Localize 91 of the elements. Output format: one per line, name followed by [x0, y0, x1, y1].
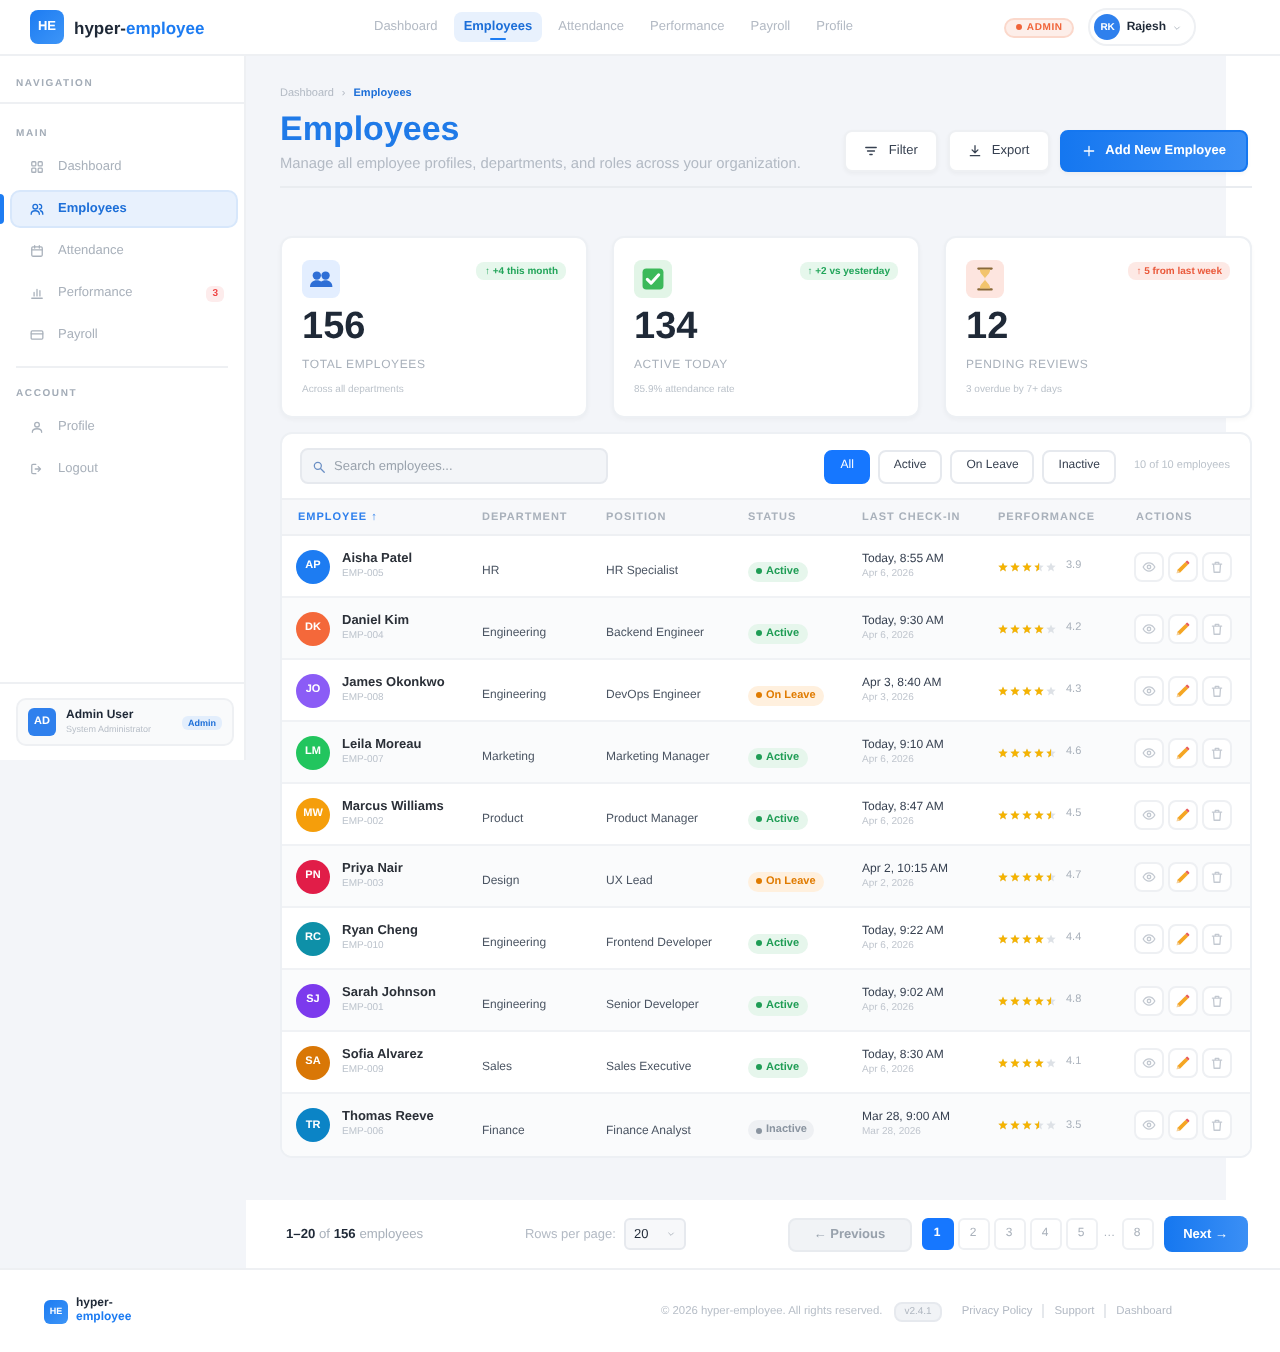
pencil-icon — [1176, 993, 1190, 1007]
eye-icon — [1142, 745, 1156, 759]
edit-button[interactable] — [1168, 923, 1198, 953]
eye-icon — [1142, 1118, 1156, 1132]
pencil-icon — [1176, 621, 1190, 635]
pencil-icon — [1176, 1055, 1190, 1069]
trash-icon — [1210, 559, 1224, 573]
view-button[interactable] — [1134, 799, 1164, 829]
logout-icon — [30, 462, 44, 476]
eye-icon — [1142, 621, 1156, 635]
pencil-icon — [1176, 559, 1190, 573]
view-button[interactable] — [1134, 613, 1164, 643]
hourglass-icon — [966, 260, 1004, 298]
filter-icon — [864, 144, 879, 158]
edit-button[interactable] — [1168, 551, 1198, 581]
trash-icon — [1210, 745, 1224, 759]
status-dot-icon — [756, 816, 762, 822]
status-dot-icon — [756, 568, 762, 574]
edit-button[interactable] — [1168, 985, 1198, 1015]
check-icon — [634, 260, 672, 298]
eye-icon — [1142, 931, 1156, 945]
view-button[interactable] — [1134, 737, 1164, 767]
delete-button[interactable] — [1202, 1110, 1232, 1140]
view-button[interactable] — [1134, 923, 1164, 953]
pencil-icon — [1176, 869, 1190, 883]
edit-button[interactable] — [1168, 613, 1198, 643]
edit-button[interactable] — [1168, 737, 1198, 767]
trash-icon — [1210, 683, 1224, 697]
stat-value: 12 — [966, 306, 1009, 348]
trash-icon — [1210, 993, 1224, 1007]
search-icon — [312, 459, 326, 473]
status-dot-icon — [756, 1127, 762, 1133]
pencil-icon — [1176, 745, 1190, 759]
plus-icon — [1081, 144, 1096, 158]
status-dot-icon — [756, 692, 762, 698]
credit-card-icon — [30, 328, 44, 342]
pencil-icon — [1176, 1118, 1190, 1132]
edit-button[interactable] — [1168, 799, 1198, 829]
status-dot-icon — [756, 1064, 762, 1070]
eye-icon — [1142, 1055, 1156, 1069]
delete-button[interactable] — [1202, 613, 1232, 643]
download-icon — [967, 144, 982, 158]
trash-icon — [1210, 931, 1224, 945]
trash-icon — [1210, 621, 1224, 635]
edit-button[interactable] — [1168, 1047, 1198, 1077]
delete-button[interactable] — [1202, 551, 1232, 581]
user-icon — [30, 420, 44, 434]
edit-button[interactable] — [1168, 861, 1198, 891]
stat-value: 134 — [634, 306, 698, 348]
dashboard-grid-icon — [30, 160, 44, 174]
edit-button[interactable] — [1168, 1110, 1198, 1140]
pencil-icon — [1176, 931, 1190, 945]
pencil-icon — [1176, 807, 1190, 821]
stat-value: 156 — [302, 306, 366, 348]
delete-button[interactable] — [1202, 799, 1232, 829]
edit-button[interactable] — [1168, 675, 1198, 705]
delete-button[interactable] — [1202, 923, 1232, 953]
eye-icon — [1142, 807, 1156, 821]
delete-button[interactable] — [1202, 737, 1232, 767]
status-dot-icon — [756, 1002, 762, 1008]
eye-icon — [1142, 869, 1156, 883]
active-indicator — [0, 194, 4, 224]
pencil-icon — [1176, 683, 1190, 697]
people-icon — [302, 260, 340, 298]
trash-icon — [1210, 807, 1224, 821]
dot-icon — [1016, 24, 1023, 30]
delete-button[interactable] — [1202, 985, 1232, 1015]
status-dot-icon — [756, 940, 762, 946]
status-dot-icon — [756, 630, 762, 636]
brand-name: hyper-employee — [74, 17, 205, 37]
view-button[interactable] — [1134, 1110, 1164, 1140]
delete-button[interactable] — [1202, 861, 1232, 891]
eye-icon — [1142, 559, 1156, 573]
delete-button[interactable] — [1202, 675, 1232, 705]
bar-chart-icon — [30, 286, 44, 300]
trash-icon — [1210, 1055, 1224, 1069]
view-button[interactable] — [1134, 1047, 1164, 1077]
view-button[interactable] — [1134, 861, 1164, 891]
view-button[interactable] — [1134, 985, 1164, 1015]
page-title: Employees — [280, 110, 462, 150]
view-button[interactable] — [1134, 675, 1164, 705]
users-icon — [30, 202, 44, 216]
trash-icon — [1210, 1118, 1224, 1132]
status-dot-icon — [756, 878, 762, 884]
delete-button[interactable] — [1202, 1047, 1232, 1077]
calendar-icon — [30, 244, 44, 258]
status-dot-icon — [756, 754, 762, 760]
eye-icon — [1142, 993, 1156, 1007]
eye-icon — [1142, 683, 1156, 697]
view-button[interactable] — [1134, 551, 1164, 581]
trash-icon — [1210, 869, 1224, 883]
